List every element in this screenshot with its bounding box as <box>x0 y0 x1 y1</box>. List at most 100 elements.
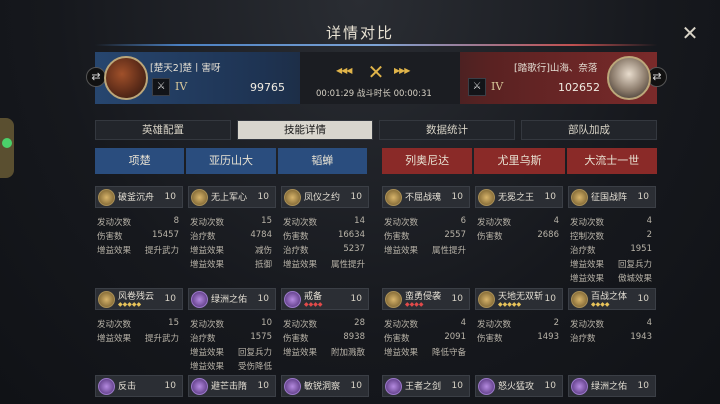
skill-level: 10 <box>544 381 556 391</box>
stat-label: 治疗数 <box>570 246 596 256</box>
stat-value: 10 <box>261 318 272 328</box>
skill-card[interactable]: 百战之体 ◆◆◆◆ 10 <box>568 288 656 310</box>
skill-level: 10 <box>451 294 463 304</box>
stat-label: 发动次数 <box>570 320 605 330</box>
skill-name: 敏锐洞察 <box>304 382 341 392</box>
skill-card[interactable]: 敏锐洞察 10 <box>281 375 369 397</box>
skill-icon <box>478 378 495 395</box>
stat-value: 属性提升 <box>330 260 365 270</box>
hero-name[interactable]: 大流士一世 <box>566 148 657 174</box>
tab-troop-bonus[interactable]: 部队加成 <box>521 120 657 140</box>
stat-value: 提升武力 <box>144 246 179 256</box>
stat-value: 15 <box>168 318 179 328</box>
skill-stars: ◆◆◆◆◆ <box>498 301 522 308</box>
right-player-avatar[interactable] <box>607 56 651 100</box>
tab-hero-config[interactable]: 英雄配置 <box>95 120 231 140</box>
skill-card[interactable]: 无冕之王 10 <box>475 186 563 208</box>
stat-value: 5237 <box>343 244 365 254</box>
stat-value: 4 <box>646 216 652 226</box>
skill-card[interactable]: 凤仪之约 10 <box>281 186 369 208</box>
stat-label: 发动次数 <box>477 320 512 330</box>
stat-value: 降低守备 <box>431 348 466 358</box>
skill-card[interactable]: 绿洲之佑 10 <box>568 375 656 397</box>
stat-value: 4784 <box>250 230 272 240</box>
stat-value: 2 <box>646 230 652 240</box>
side-panel-tab[interactable] <box>0 118 14 178</box>
skill-level: 10 <box>257 381 269 391</box>
skill-card[interactable]: 不屈战魂 10 <box>382 186 470 208</box>
stat-value: 1951 <box>630 244 652 254</box>
skill-card[interactable]: 蛮勇侵袭 ◆◆◆◆ 10 <box>382 288 470 310</box>
skill-level: 10 <box>637 381 649 391</box>
stat-value: 4 <box>460 318 466 328</box>
hero-name[interactable]: 尤里乌斯 <box>474 148 565 174</box>
right-player-level: IV <box>491 80 504 93</box>
stat-label: 控制次数 <box>570 232 605 242</box>
tab-data-stats[interactable]: 数据统计 <box>379 120 515 140</box>
stat-label: 发动次数 <box>190 218 225 228</box>
skill-icon <box>385 291 402 308</box>
swap-icon[interactable]: ⇄ <box>86 67 106 87</box>
hero-name[interactable]: 列奥尼达 <box>382 148 473 174</box>
stat-value: 附加溅散 <box>330 348 365 358</box>
stat-value: 15 <box>261 216 272 226</box>
tab-skill-details[interactable]: 技能详情 <box>237 120 373 140</box>
skill-name: 无冕之王 <box>498 193 535 203</box>
stat-value: 减伤 <box>254 246 272 256</box>
skill-name: 不屈战魂 <box>405 193 442 203</box>
skill-card[interactable]: 戒备 ◆◆◆◆ 10 <box>281 288 369 310</box>
stat-value: 傲城效果 <box>617 274 652 284</box>
skill-card[interactable]: 无上军心 10 <box>188 186 276 208</box>
stat-label: 伤害数 <box>97 232 123 242</box>
skill-stars: ◆◆◆◆ <box>405 301 424 308</box>
skill-card[interactable]: 风卷残云 ◆◆◆◆◆ 10 <box>95 288 183 310</box>
close-icon[interactable]: ✕ <box>680 23 700 44</box>
hero-name[interactable]: 韬蝉 <box>277 148 367 174</box>
skill-icon <box>284 378 301 395</box>
stat-label: 治疗数 <box>283 246 309 256</box>
right-player-power: 102652 <box>558 81 600 94</box>
left-player-name: [楚天2]楚丨害呀 <box>150 63 221 74</box>
stat-value: 8 <box>173 216 179 226</box>
skill-level: 10 <box>164 192 176 202</box>
skill-name: 绿洲之佑 <box>591 382 628 392</box>
stat-label: 治疗数 <box>190 334 216 344</box>
stat-label: 伤害数 <box>477 232 503 242</box>
hero-name[interactable]: 亚历山大 <box>186 148 276 174</box>
skill-card[interactable]: 反击 10 <box>95 375 183 397</box>
skill-card[interactable]: 征国战阵 10 <box>568 186 656 208</box>
skill-card[interactable]: 天地无双斩 ◆◆◆◆◆ 10 <box>475 288 563 310</box>
battle-timer: 00:01:29 战斗时长 00:00:31 <box>316 89 432 99</box>
stat-label: 发动次数 <box>384 320 419 330</box>
page-title: 详情对比 <box>325 24 394 42</box>
stat-value: 8938 <box>343 332 365 342</box>
skill-icon <box>284 189 301 206</box>
skill-card[interactable]: 绿洲之佑 10 <box>188 288 276 310</box>
skill-card[interactable]: 破釜沉舟 10 <box>95 186 183 208</box>
skill-level: 10 <box>257 294 269 304</box>
stat-label: 发动次数 <box>477 218 512 228</box>
stat-value: 回复兵力 <box>617 260 652 270</box>
stat-label: 发动次数 <box>190 320 225 330</box>
stat-label: 增益效果 <box>97 334 132 344</box>
skill-level: 10 <box>451 381 463 391</box>
title-divider <box>95 44 657 46</box>
skill-card[interactable]: 王者之剑 10 <box>382 375 470 397</box>
stat-value: 14 <box>354 216 365 226</box>
skill-icon <box>191 189 208 206</box>
stat-value: 2686 <box>537 230 559 240</box>
stat-value: 16634 <box>337 230 365 240</box>
skill-name: 征国战阵 <box>591 193 628 203</box>
skill-icon <box>385 189 402 206</box>
stat-label: 增益效果 <box>283 260 318 270</box>
stat-value: 1493 <box>537 332 559 342</box>
skill-card[interactable]: 避芒击隋 10 <box>188 375 276 397</box>
skill-icon <box>478 189 495 206</box>
skill-card[interactable]: 怒火猛攻 10 <box>475 375 563 397</box>
stat-label: 增益效果 <box>570 274 605 284</box>
right-arrows-icon: ▶▶▶ <box>394 66 411 75</box>
hero-name[interactable]: 项楚 <box>95 148 185 174</box>
skill-level: 10 <box>350 381 362 391</box>
left-player-power: 99765 <box>250 81 285 94</box>
left-player-avatar[interactable] <box>104 56 148 100</box>
